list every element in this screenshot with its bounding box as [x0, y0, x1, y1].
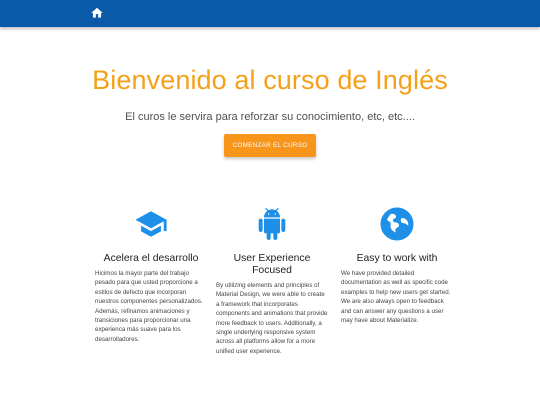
graduation-cap-icon [135, 211, 167, 237]
android-icon [258, 208, 286, 240]
start-course-button[interactable]: Comenzar el curso [224, 134, 316, 157]
feature-title: User Experience Focused [233, 253, 311, 276]
feature-card-easy: Easy to work with We have provided detai… [341, 203, 453, 325]
globe-icon [380, 207, 414, 241]
home-icon[interactable] [90, 6, 104, 20]
feature-card-speed: Acelera el desarrollo Hicimos la mayor p… [95, 203, 207, 344]
top-navbar [0, 0, 540, 27]
feature-title: Easy to work with [356, 253, 438, 264]
feature-text: By utilizing elements and principles of … [216, 282, 328, 355]
page-subtitle: El curos le servira para reforzar su con… [125, 111, 415, 123]
feature-text: Hicimos la mayor parte del trabajo pesad… [95, 270, 203, 343]
feature-title: Acelera el desarrollo [103, 253, 199, 264]
feature-card-ux: User Experience Focused By utilizing ele… [216, 203, 328, 356]
page-title: Bienvenido al curso de Inglés [92, 65, 448, 95]
feature-text: We have provided detailed documentation … [341, 270, 451, 325]
